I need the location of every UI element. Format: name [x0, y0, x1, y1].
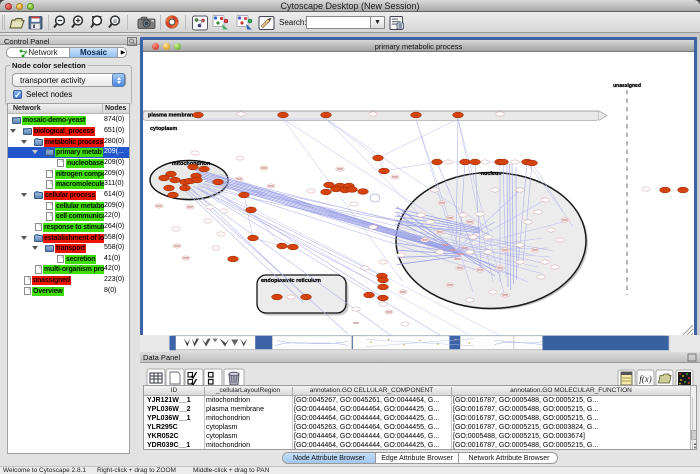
svg-text:f(x): f(x)	[639, 374, 652, 384]
svg-text:unassigned: unassigned	[613, 83, 641, 89]
svg-text:⊞: ⊞	[113, 19, 117, 24]
svg-text:cytoplasm: cytoplasm	[150, 126, 177, 132]
svg-text:plasma membrane: plasma membrane	[148, 113, 196, 119]
svg-text:nucleus: nucleus	[481, 171, 502, 177]
